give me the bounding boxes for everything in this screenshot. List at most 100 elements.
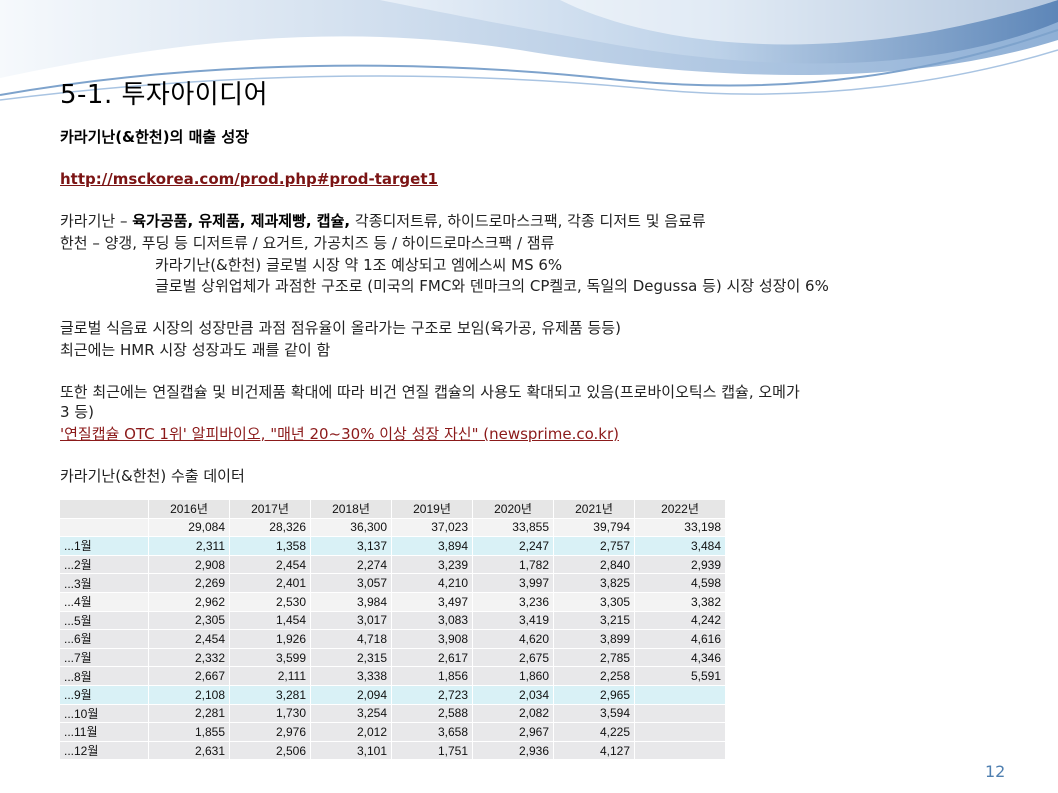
- header-cell: 2022년: [634, 500, 726, 519]
- export-data-table: 2016년 2017년 2018년 2019년 2020년 2021년 2022…: [60, 500, 726, 761]
- table-cell: 2,631: [148, 741, 230, 761]
- row-label: ...2월: [60, 555, 149, 575]
- table-cell: 2,034: [472, 685, 554, 705]
- table-cell: 4,346: [634, 648, 726, 668]
- table-cell: 2,785: [553, 648, 635, 668]
- table-cell: 2,269: [148, 573, 230, 593]
- table-cell: [634, 741, 726, 761]
- table-cell: 2,617: [391, 648, 473, 668]
- table-cell: 2,939: [634, 555, 726, 575]
- export-data-heading: 카라기난(&한천) 수출 데이터: [60, 467, 245, 485]
- header-cell: 2020년: [472, 500, 554, 519]
- table-cell: 3,254: [310, 704, 392, 724]
- table-cell: 4,598: [634, 573, 726, 593]
- table-cell: 4,620: [472, 629, 554, 649]
- table-cell: 2,454: [148, 629, 230, 649]
- table-cell: 3,083: [391, 611, 473, 631]
- table-cell: 5,591: [634, 666, 726, 686]
- softgel-text: 또한 최근에는 연질캡슐 및 비건제품 확대에 따라 비건 연질 캡슐의 사용도…: [60, 383, 800, 401]
- table-cell: 2,311: [148, 536, 230, 556]
- table-cell: 4,718: [310, 629, 392, 649]
- table-cell: 2,258: [553, 666, 635, 686]
- table-cell: 1,751: [391, 741, 473, 761]
- table-cell: 2,965: [553, 685, 635, 705]
- line1-suffix: 각종디저트류, 하이드로마스크팩, 각종 디저트 및 음료류: [350, 212, 706, 230]
- table-cell: 3,984: [310, 592, 392, 612]
- table-cell: 37,023: [391, 518, 473, 538]
- table-cell: 2,723: [391, 685, 473, 705]
- market-size-text: 카라기난(&한천) 글로벌 시장 약 1조 예상되고 엠에스씨 MS 6%: [155, 256, 563, 274]
- row-label: ...7월: [60, 648, 149, 668]
- table-cell: 3,236: [472, 592, 554, 612]
- table-cell: 2,305: [148, 611, 230, 631]
- table-cell: 3,101: [310, 741, 392, 761]
- table-cell: 3,382: [634, 592, 726, 612]
- table-cell: 2,108: [148, 685, 230, 705]
- carrageenan-uses-text: 카라기난 – 육가공품, 유제품, 제과제빵, 캡슐, 각종디저트류, 하이드로…: [60, 211, 706, 231]
- table-cell: 39,794: [553, 518, 635, 538]
- table-cell: 3,997: [472, 573, 554, 593]
- table-cell: 2,530: [229, 592, 311, 612]
- table-cell: 2,936: [472, 741, 554, 761]
- line1-bold: 육가공품, 유제품, 제과제빵, 캡슐,: [132, 212, 351, 230]
- table-cell: [634, 722, 726, 742]
- hmr-text: 최근에는 HMR 시장 성장과도 괘를 같이 함: [60, 341, 331, 359]
- table-cell: 4,242: [634, 611, 726, 631]
- section-subtitle: 카라기난(&한천)의 매출 성장: [60, 128, 250, 146]
- table-cell: 33,198: [634, 518, 726, 538]
- header-cell: 2019년: [391, 500, 473, 519]
- table-header-row: 2016년 2017년 2018년 2019년 2020년 2021년 2022…: [60, 500, 726, 519]
- table-row: ...1월 2,311 1,358 3,137 3,894 2,247 2,757 3,484: [60, 536, 726, 556]
- table-cell: 3,419: [472, 611, 554, 631]
- table-cell: 2,967: [472, 722, 554, 742]
- table-cell: 3,484: [634, 536, 726, 556]
- header-cell: 2016년: [148, 500, 230, 519]
- table-cell: 2,908: [148, 555, 230, 575]
- row-label: ...5월: [60, 611, 149, 631]
- row-label: ...3월: [60, 573, 149, 593]
- table-cell: 3,908: [391, 629, 473, 649]
- table-cell: 3,281: [229, 685, 311, 705]
- table-cell: [634, 685, 726, 705]
- table-row: ...7월 2,332 3,599 2,315 2,617 2,675 2,785 4,346: [60, 648, 726, 668]
- table-cell: 3,305: [553, 592, 635, 612]
- row-label: ...9월: [60, 685, 149, 705]
- table-row: ...6월 2,454 1,926 4,718 3,908 4,620 3,899 4,616: [60, 629, 726, 649]
- msckorea-product-link[interactable]: http://msckorea.com/prod.php#prod-target…: [60, 170, 438, 188]
- table-cell: 3,825: [553, 573, 635, 593]
- row-label: ...11월: [60, 722, 149, 742]
- header-cell: 2021년: [553, 500, 635, 519]
- row-label: ...12월: [60, 741, 149, 761]
- agar-uses-text: 한천 – 양갱, 푸딩 등 디저트류 / 요거트, 가공치즈 등 / 하이드로마…: [60, 234, 555, 252]
- table-cell: 2,401: [229, 573, 311, 593]
- table-row: ...12월 2,631 2,506 3,101 1,751 2,936 4,127: [60, 741, 726, 761]
- table-row: ...2월 2,908 2,454 2,274 3,239 1,782 2,840 2,939: [60, 555, 726, 575]
- table-row: ...8월 2,667 2,111 3,338 1,856 1,860 2,258 5,591: [60, 666, 726, 686]
- table-row: ...5월 2,305 1,454 3,017 3,083 3,419 3,215 4,242: [60, 611, 726, 631]
- table-cell: 2,082: [472, 704, 554, 724]
- table-cell: 2,281: [148, 704, 230, 724]
- table-cell: 1,855: [148, 722, 230, 742]
- news-article-link[interactable]: '연질캡슐 OTC 1위' 알피바이오, "매년 20~30% 이상 성장 자신…: [60, 423, 619, 444]
- market-structure-text: 글로벌 상위업체가 과점한 구조로 (미국의 FMC와 덴마크의 CP켈코, 독…: [155, 277, 829, 295]
- table-cell: 3,599: [229, 648, 311, 668]
- table-cell: 1,358: [229, 536, 311, 556]
- table-row: ...3월 2,269 2,401 3,057 4,210 3,997 3,825 4,598: [60, 573, 726, 593]
- table-cell: 28,326: [229, 518, 311, 538]
- table-cell: 4,127: [553, 741, 635, 761]
- table-cell: 4,225: [553, 722, 635, 742]
- row-label: ...10월: [60, 704, 149, 724]
- table-row: 29,084 28,326 36,300 37,023 33,855 39,794 33,1…: [60, 518, 726, 538]
- table-cell: 1,730: [229, 704, 311, 724]
- table-cell: [634, 704, 726, 724]
- table-cell: 2,675: [472, 648, 554, 668]
- table-cell: 1,926: [229, 629, 311, 649]
- table-cell: 3,497: [391, 592, 473, 612]
- table-cell: 4,210: [391, 573, 473, 593]
- table-cell: 3,899: [553, 629, 635, 649]
- row-label: ...1월: [60, 536, 149, 556]
- market-growth-text: 글로벌 식음료 시장의 성장만큼 과점 점유율이 올라가는 구조로 보임(육가공…: [60, 319, 621, 337]
- table-cell: 1,860: [472, 666, 554, 686]
- table-cell: 2,012: [310, 722, 392, 742]
- table-cell: 1,782: [472, 555, 554, 575]
